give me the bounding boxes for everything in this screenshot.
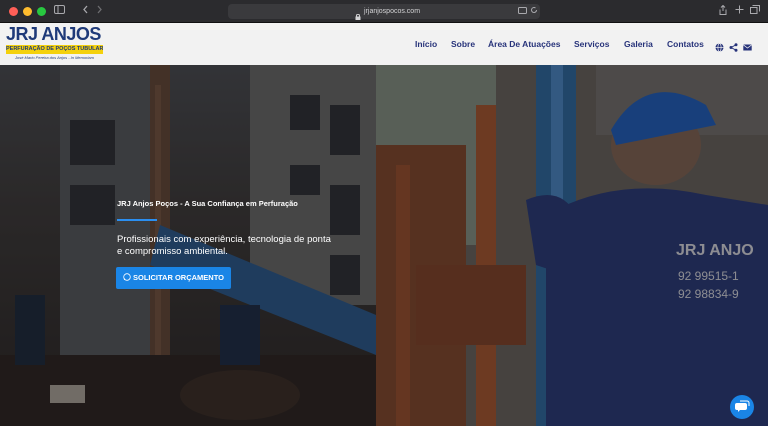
website-page: JRJ ANJOS PERFURAÇÃO DE POÇOS TUBULARES … bbox=[0, 23, 768, 426]
close-window-button[interactable] bbox=[9, 7, 18, 16]
hero-kicker: JRJ Anjos Poços - A Sua Confiança em Per… bbox=[117, 199, 298, 208]
new-tab-icon[interactable] bbox=[734, 5, 744, 18]
minimize-window-button[interactable] bbox=[23, 7, 32, 16]
logo-brand-name: JRJ ANJOS bbox=[6, 24, 101, 44]
back-icon[interactable] bbox=[80, 5, 90, 18]
share-network-icon[interactable] bbox=[729, 39, 738, 52]
whatsapp-icon bbox=[123, 268, 131, 281]
globe-icon[interactable] bbox=[715, 39, 724, 52]
forward-icon[interactable] bbox=[94, 5, 104, 18]
site-navbar: JRJ ANJOS PERFURAÇÃO DE POÇOS TUBULARES … bbox=[0, 23, 768, 65]
lock-icon bbox=[355, 7, 361, 20]
nav-servicos[interactable]: Serviços bbox=[574, 38, 609, 50]
share-icon[interactable] bbox=[718, 4, 728, 18]
zoom-window-button[interactable] bbox=[37, 7, 46, 16]
hero-section: JRJ ANJO 92 99515-1 92 98834-9 JRJ Anjos… bbox=[0, 65, 768, 426]
request-quote-label: SOLICITAR ORÇAMENTO bbox=[133, 273, 224, 282]
logo-memorial: José Mario Pereira dos Anjos - In Memori… bbox=[15, 55, 94, 60]
site-logo[interactable]: JRJ ANJOS PERFURAÇÃO DE POÇOS TUBULARES … bbox=[4, 24, 104, 64]
nav-area-de-atuacoes[interactable]: Área De Atuações bbox=[488, 38, 560, 50]
chat-bubble-icon bbox=[730, 400, 754, 423]
url-text: jrjanjospocos.com bbox=[364, 8, 421, 15]
hero-overlay bbox=[0, 65, 768, 426]
address-bar[interactable]: jrjanjospocos.com bbox=[228, 4, 540, 20]
translate-icon[interactable] bbox=[518, 5, 527, 18]
request-quote-button[interactable]: SOLICITAR ORÇAMENTO bbox=[116, 267, 231, 289]
nav-sobre[interactable]: Sobre bbox=[451, 38, 475, 50]
envelope-icon[interactable] bbox=[743, 39, 752, 51]
hero-underline bbox=[117, 219, 157, 221]
logo-tagline: PERFURAÇÃO DE POÇOS TUBULARES bbox=[6, 45, 103, 54]
nav-inicio[interactable]: Início bbox=[415, 38, 437, 50]
tab-overview-icon[interactable] bbox=[749, 5, 761, 18]
chat-button[interactable] bbox=[730, 395, 754, 419]
hero-description: Profissionais com experiência, tecnologi… bbox=[117, 234, 331, 257]
nav-galeria[interactable]: Galeria bbox=[624, 38, 653, 50]
sidebar-toggle-icon[interactable] bbox=[52, 5, 66, 18]
browser-toolbar: jrjanjospocos.com bbox=[0, 0, 768, 23]
nav-contatos[interactable]: Contatos bbox=[667, 38, 704, 50]
reload-icon[interactable] bbox=[530, 5, 538, 18]
